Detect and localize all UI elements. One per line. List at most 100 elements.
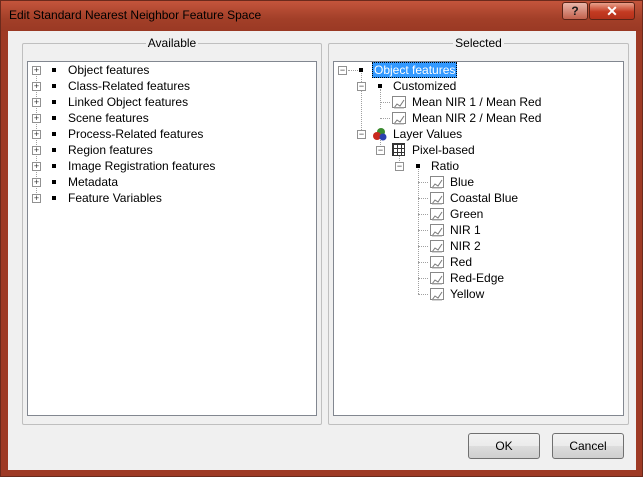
bullet-icon [52, 148, 56, 152]
expand-box-icon[interactable]: + [32, 146, 41, 155]
ratio-item-label: Coastal Blue [450, 191, 519, 205]
feature-chart-icon [430, 288, 444, 301]
feature-chart-icon [392, 112, 406, 125]
ratio-item-blue[interactable]: Blue [334, 174, 594, 190]
available-tree[interactable]: + Object features + Class-Related featur… [27, 61, 317, 416]
ratio-item-nir1[interactable]: NIR 1 [334, 222, 594, 238]
ratio-item-red-edge[interactable]: Red-Edge [334, 270, 594, 286]
feature-chart-icon [430, 240, 444, 253]
feature-label: Mean NIR 1 / Mean Red [412, 95, 542, 109]
pixel-based-label: Pixel-based [412, 143, 475, 157]
bullet-icon [52, 116, 56, 120]
ratio-item-coastal-blue[interactable]: Coastal Blue [334, 190, 594, 206]
available-item-label: Feature Variables [68, 191, 162, 205]
available-item-label: Region features [68, 143, 153, 157]
bullet-icon [416, 164, 420, 168]
available-item-scene-features[interactable]: + Scene features [28, 110, 288, 126]
ratio-item-red[interactable]: Red [334, 254, 594, 270]
selected-tree[interactable]: − Object features − Customized Mean NIR … [333, 61, 624, 416]
ratio-label: Ratio [431, 159, 460, 173]
feature-chart-icon [430, 272, 444, 285]
selected-item-mean-nir2-mean-red[interactable]: Mean NIR 2 / Mean Red [334, 110, 594, 126]
layer-values-label: Layer Values [393, 127, 463, 141]
ratio-item-nir2[interactable]: NIR 2 [334, 238, 594, 254]
ratio-item-label: Green [450, 207, 484, 221]
available-item-metadata[interactable]: + Metadata [28, 174, 288, 190]
help-button[interactable]: ? [562, 2, 588, 20]
available-label: Available [145, 36, 199, 50]
ratio-item-label: Blue [450, 175, 475, 189]
available-item-linked-object-features[interactable]: + Linked Object features [28, 94, 288, 110]
ratio-item-label: Red-Edge [450, 271, 505, 285]
expand-box-icon[interactable]: + [32, 66, 41, 75]
bullet-icon [52, 132, 56, 136]
bullet-icon [378, 84, 382, 88]
available-item-feature-variables[interactable]: + Feature Variables [28, 190, 288, 206]
title-bar[interactable]: Edit Standard Nearest Neighbor Feature S… [1, 1, 642, 31]
bullet-icon [52, 180, 56, 184]
available-item-class-related-features[interactable]: + Class-Related features [28, 78, 288, 94]
collapse-box-icon[interactable]: − [357, 82, 366, 91]
feature-chart-icon [430, 176, 444, 189]
selected-root-label: Object features [372, 62, 458, 78]
selected-item-mean-nir1-mean-red[interactable]: Mean NIR 1 / Mean Red [334, 94, 594, 110]
ratio-item-label: NIR 2 [450, 239, 481, 253]
collapse-box-icon[interactable]: − [395, 162, 404, 171]
ratio-item-yellow[interactable]: Yellow [334, 286, 594, 302]
available-item-label: Scene features [68, 111, 149, 125]
dialog-window: Edit Standard Nearest Neighbor Feature S… [0, 0, 643, 477]
selected-item-ratio[interactable]: − Ratio [334, 158, 594, 174]
selected-item-object-features[interactable]: − Object features [334, 62, 594, 78]
available-group: Available + Object features + Class-Rela… [22, 36, 322, 425]
ratio-item-label: NIR 1 [450, 223, 481, 237]
ok-button[interactable]: OK [468, 433, 540, 459]
cancel-button[interactable]: Cancel [552, 433, 624, 459]
feature-chart-icon [430, 256, 444, 269]
feature-chart-icon [430, 208, 444, 221]
close-button[interactable]: ✕ [589, 2, 635, 20]
layers-icon [373, 128, 387, 141]
collapse-box-icon[interactable]: − [338, 66, 347, 75]
selected-item-pixel-based[interactable]: − Pixel-based [334, 142, 594, 158]
expand-box-icon[interactable]: + [32, 178, 41, 187]
selected-item-customized[interactable]: − Customized [334, 78, 594, 94]
bullet-icon [359, 68, 363, 72]
expand-box-icon[interactable]: + [32, 82, 41, 91]
ratio-item-label: Red [450, 255, 473, 269]
bullet-icon [52, 164, 56, 168]
selected-group: Selected − Object features − Customized … [328, 36, 629, 425]
bullet-icon [52, 100, 56, 104]
bullet-icon [52, 84, 56, 88]
expand-box-icon[interactable]: + [32, 114, 41, 123]
available-item-label: Object features [68, 63, 150, 77]
expand-box-icon[interactable]: + [32, 98, 41, 107]
available-item-image-registration-features[interactable]: + Image Registration features [28, 158, 288, 174]
expand-box-icon[interactable]: + [32, 162, 41, 171]
available-item-label: Metadata [68, 175, 119, 189]
feature-label: Mean NIR 2 / Mean Red [412, 111, 542, 125]
dialog-client: Available + Object features + Class-Rela… [8, 31, 636, 470]
selected-item-layer-values[interactable]: − Layer Values [334, 126, 594, 142]
collapse-box-icon[interactable]: − [357, 130, 366, 139]
selected-label: Selected [453, 36, 504, 50]
ratio-item-label: Yellow [450, 287, 485, 301]
available-item-label: Process-Related features [68, 127, 204, 141]
collapse-box-icon[interactable]: − [376, 146, 385, 155]
available-item-region-features[interactable]: + Region features [28, 142, 288, 158]
feature-chart-icon [392, 96, 406, 109]
help-icon: ? [571, 4, 579, 18]
available-item-label: Class-Related features [68, 79, 191, 93]
available-item-label: Image Registration features [68, 159, 216, 173]
available-item-label: Linked Object features [68, 95, 189, 109]
available-item-object-features[interactable]: + Object features [28, 62, 288, 78]
close-icon: ✕ [606, 2, 618, 19]
expand-box-icon[interactable]: + [32, 130, 41, 139]
pixel-grid-icon [392, 143, 405, 156]
feature-chart-icon [430, 192, 444, 205]
ratio-item-green[interactable]: Green [334, 206, 594, 222]
expand-box-icon[interactable]: + [32, 194, 41, 203]
window-title: Edit Standard Nearest Neighbor Feature S… [9, 8, 262, 22]
available-item-process-related-features[interactable]: + Process-Related features [28, 126, 288, 142]
bullet-icon [52, 196, 56, 200]
customized-label: Customized [393, 79, 457, 93]
